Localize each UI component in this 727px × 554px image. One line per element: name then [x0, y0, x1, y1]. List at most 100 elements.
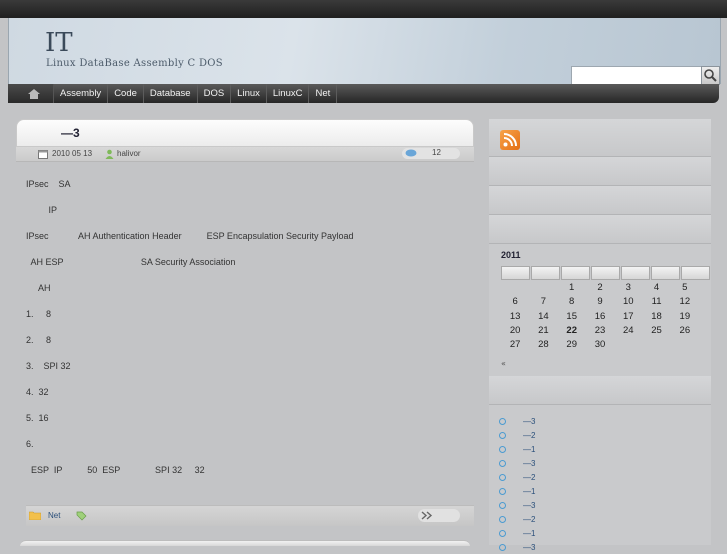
rss-icon[interactable] [500, 130, 520, 150]
calendar-day[interactable]: 21 [529, 324, 557, 338]
recent-post-title[interactable]: —1 [523, 445, 535, 454]
calendar-day[interactable]: 28 [529, 338, 557, 352]
nav-item-code[interactable]: Code [108, 84, 144, 103]
sidebar-block-3 [489, 215, 711, 244]
calendar-day[interactable]: 2 [586, 281, 614, 295]
post-paragraph: IPsec SA [26, 179, 71, 189]
calendar-weekday-cell [591, 266, 620, 280]
post-paragraph: 3. SPI 32 [26, 361, 71, 371]
calendar-day[interactable]: 7 [529, 295, 557, 309]
user-icon [105, 149, 114, 159]
search-button[interactable] [701, 66, 720, 85]
comments-badge[interactable]: 12 [402, 148, 460, 159]
nav-item-net[interactable]: Net [309, 84, 338, 103]
post-paragraph: 4. 32 [26, 387, 49, 397]
calendar-day[interactable]: 10 [614, 295, 642, 309]
nav-item-assembly[interactable]: Assembly [54, 84, 109, 103]
sidebar: 2011 1 2 3 4 5 6 7 8 9 10 11 12 13 14 15 16 17 18 19 20 21 22… [489, 119, 711, 552]
calendar-day[interactable]: 24 [614, 324, 642, 338]
calendar-day[interactable]: 3 [614, 281, 642, 295]
home-icon [28, 89, 40, 99]
calendar-grid: 1 2 3 4 5 6 7 8 9 10 11 12 13 14 15 16 17 18 19 20 21 22 23 24 2… [501, 281, 699, 352]
post-author[interactable]: halivor [117, 149, 141, 158]
bullet-icon [499, 501, 506, 509]
calendar-day[interactable]: 22 [558, 324, 586, 338]
calendar-day[interactable]: 11 [642, 295, 670, 309]
nav-item-dos[interactable]: DOS [198, 84, 232, 103]
post-paragraph: AH [26, 283, 51, 293]
recent-post-title[interactable]: —1 [523, 529, 535, 538]
calendar-day[interactable]: 4 [642, 281, 670, 295]
calendar-day[interactable]: 25 [642, 324, 670, 338]
comment-count: 12 [432, 148, 441, 157]
calendar-day[interactable]: 5 [671, 281, 699, 295]
calendar-title: 2011 [501, 250, 521, 260]
calendar-weekday-cell [561, 266, 590, 280]
recent-post-item[interactable]: —2 [499, 470, 699, 484]
site-title[interactable]: IT [45, 28, 73, 58]
calendar-week-row: 6 7 8 9 10 11 12 [501, 295, 699, 309]
calendar-day[interactable]: 9 [586, 295, 614, 309]
post-paragraph: ESP IP 50 ESP SPI 32 32 [26, 465, 205, 475]
recent-post-title[interactable]: —1 [523, 487, 535, 496]
sidebar-block-2 [489, 186, 711, 215]
calendar-weekday-cell [531, 266, 560, 280]
calendar-day[interactable]: 17 [614, 310, 642, 324]
recent-post-item[interactable]: —3 [499, 456, 699, 470]
recent-post-item[interactable]: —2 [499, 428, 699, 442]
calendar-day[interactable]: 26 [671, 324, 699, 338]
calendar-day[interactable]: 30 [586, 338, 614, 352]
recent-post-item[interactable]: —1 [499, 526, 699, 540]
nav-menu: Assembly Code Database DOS Linux LinuxC Net [54, 84, 338, 103]
recent-post-item[interactable]: —1 [499, 442, 699, 456]
calendar-day [642, 338, 670, 352]
post-category[interactable]: Net [48, 511, 60, 520]
bullet-icon [499, 515, 506, 523]
calendar-day [614, 338, 642, 352]
recent-post-item[interactable]: —1 [499, 484, 699, 498]
calendar-week-row: 20 21 22 23 24 25 26 [501, 324, 699, 338]
calendar-day[interactable]: 15 [558, 310, 586, 324]
recent-post-title[interactable]: —3 [523, 501, 535, 510]
recent-post-title[interactable]: —3 [523, 417, 535, 426]
calendar-day[interactable]: 27 [501, 338, 529, 352]
recent-post-title[interactable]: —3 [523, 543, 535, 552]
recent-post-item[interactable]: —3 [499, 540, 699, 554]
calendar-day[interactable]: 1 [558, 281, 586, 295]
recent-post-title[interactable]: —2 [523, 515, 535, 524]
nav-item-linuxc[interactable]: LinuxC [267, 84, 310, 103]
calendar-day[interactable]: 18 [642, 310, 670, 324]
calendar-day[interactable]: 13 [501, 310, 529, 324]
calendar-day[interactable]: 16 [586, 310, 614, 324]
calendar-day[interactable]: 14 [529, 310, 557, 324]
bullet-icon [499, 459, 506, 467]
calendar-day[interactable]: 19 [671, 310, 699, 324]
calendar-prev-link[interactable]: « [501, 359, 506, 368]
calendar-day[interactable]: 23 [586, 324, 614, 338]
post-paragraph: IP [26, 205, 58, 215]
double-chevron-right-icon [421, 511, 433, 520]
nav-item-database[interactable]: Database [144, 84, 198, 103]
nav-home-button[interactable] [8, 84, 54, 103]
nav-item-linux[interactable]: Linux [231, 84, 267, 103]
calendar-day[interactable]: 6 [501, 295, 529, 309]
calendar-day[interactable]: 20 [501, 324, 529, 338]
next-post-edge [20, 540, 470, 546]
calendar-day [501, 281, 529, 295]
sidebar-block-1 [489, 157, 711, 186]
recent-posts-list: —3 —2 —1 —3 —2 —1 —3 —2 —1 —3 [499, 414, 699, 554]
recent-post-title[interactable]: —2 [523, 431, 535, 440]
post-title[interactable]: —3 [61, 126, 80, 140]
recent-post-item[interactable]: —3 [499, 414, 699, 428]
calendar-weekday-cell [501, 266, 530, 280]
calendar-day[interactable]: 8 [558, 295, 586, 309]
recent-post-title[interactable]: —3 [523, 459, 535, 468]
recent-post-item[interactable]: —3 [499, 498, 699, 512]
calendar-day[interactable]: 29 [558, 338, 586, 352]
recent-post-title[interactable]: —2 [523, 473, 535, 482]
read-more-button[interactable] [418, 509, 460, 522]
recent-post-item[interactable]: —2 [499, 512, 699, 526]
calendar-week-row: 27 28 29 30 [501, 338, 699, 352]
calendar-day[interactable]: 12 [671, 295, 699, 309]
tag-icon [76, 511, 87, 521]
